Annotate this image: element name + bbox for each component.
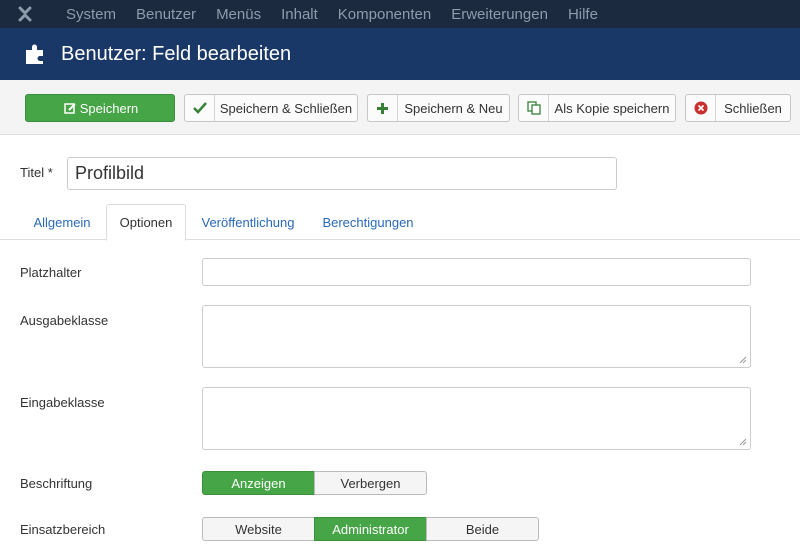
scope-site-option[interactable]: Website	[202, 517, 315, 541]
label-show-option[interactable]: Anzeigen	[202, 471, 315, 495]
save-button-label: Speichern	[79, 100, 139, 116]
scope-both-option[interactable]: Beide	[426, 517, 539, 541]
scope-label: Einsatzbereich	[20, 522, 106, 537]
plus-icon	[368, 95, 398, 121]
input-class-textarea[interactable]	[202, 387, 751, 450]
checkmark-icon	[185, 95, 215, 121]
page-header: Benutzer: Feld bearbeiten	[0, 28, 800, 80]
puzzle-icon	[26, 44, 43, 64]
title-input[interactable]: Profilbild	[67, 157, 617, 190]
placeholder-input[interactable]	[202, 258, 751, 286]
nav-system[interactable]: System	[66, 6, 116, 23]
label-hide-option[interactable]: Verbergen	[314, 471, 427, 495]
save-copy-label: Als Kopie speichern	[554, 100, 670, 116]
nav-content[interactable]: Inhalt	[281, 6, 318, 23]
output-class-textarea[interactable]	[202, 305, 751, 368]
scope-administrator-option[interactable]: Administrator	[314, 517, 427, 541]
page-title: Benutzer: Feld bearbeiten	[61, 42, 292, 65]
close-button[interactable]: Schließen	[685, 94, 791, 122]
resize-grip-icon[interactable]	[739, 438, 747, 446]
save-button[interactable]: Speichern	[25, 94, 175, 122]
label-display-label: Beschriftung	[20, 476, 93, 491]
nav-users[interactable]: Benutzer	[136, 6, 196, 23]
copy-icon	[519, 95, 549, 121]
close-icon	[686, 95, 716, 121]
resize-grip-icon[interactable]	[739, 356, 747, 364]
title-label: Titel *	[20, 165, 53, 180]
joomla-logo-icon[interactable]	[0, 0, 50, 28]
save-close-label: Speichern & Schließen	[219, 100, 353, 116]
tab-publishing[interactable]: Veröffentlichung	[190, 204, 306, 240]
placeholder-label: Platzhalter	[20, 265, 82, 280]
toolbar: Speichern Speichern & Schließen Speicher…	[0, 80, 800, 135]
tab-permissions[interactable]: Berechtigungen	[312, 204, 424, 240]
output-class-label: Ausgabeklasse	[20, 313, 109, 328]
edit-icon	[62, 95, 80, 121]
tab-bar: Allgemein Optionen Veröffentlichung Bere…	[0, 204, 800, 241]
top-navigation: System Benutzer Menüs Inhalt Komponenten…	[0, 0, 800, 28]
nav-extensions[interactable]: Erweiterungen	[451, 6, 548, 23]
tab-options[interactable]: Optionen	[106, 204, 186, 241]
nav-components[interactable]: Komponenten	[338, 6, 431, 23]
nav-help[interactable]: Hilfe	[568, 6, 598, 23]
nav-menus[interactable]: Menüs	[216, 6, 261, 23]
save-new-label: Speichern & Neu	[404, 100, 503, 116]
save-new-button[interactable]: Speichern & Neu	[367, 94, 510, 122]
tab-general[interactable]: Allgemein	[20, 204, 104, 240]
close-label: Schließen	[724, 100, 782, 116]
save-close-button[interactable]: Speichern & Schließen	[184, 94, 358, 122]
input-class-label: Eingabeklasse	[20, 395, 105, 410]
save-copy-button[interactable]: Als Kopie speichern	[518, 94, 676, 122]
